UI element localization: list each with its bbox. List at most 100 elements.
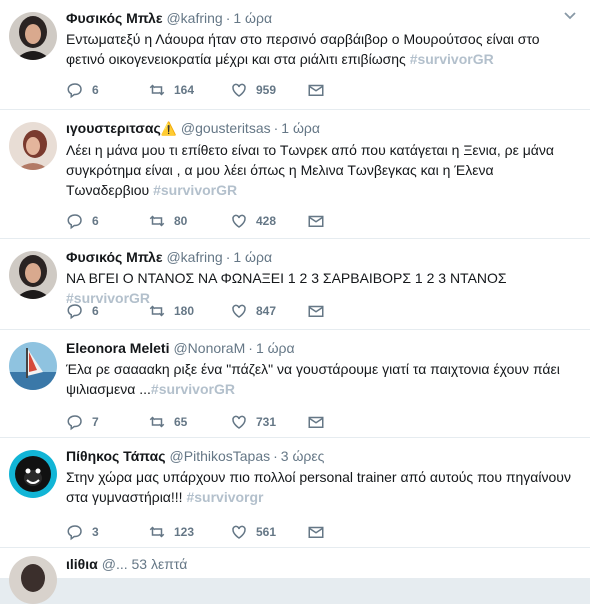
direct-message-button[interactable] (307, 211, 325, 231)
envelope-icon (308, 215, 324, 227)
reply-icon (67, 525, 82, 541)
direct-message-button[interactable] (307, 80, 325, 100)
author-name[interactable]: Πίθηκος Τάπας (66, 448, 166, 464)
envelope-icon (308, 84, 324, 96)
tweet-body: Λέει η μάνα μου τι επίθετο είναι το Τωνρ… (66, 142, 554, 198)
retweet-button[interactable]: 164 (148, 80, 194, 100)
author-username[interactable]: @kafring (166, 10, 222, 26)
tweet-timestamp[interactable]: 3 ώρες (281, 448, 325, 464)
tweet-timeline: Φυσικός Μπλε @kafring · 1 ώρα Εντωματεξύ η … (0, 0, 590, 604)
retweet-icon (149, 526, 165, 538)
heart-icon (232, 415, 246, 429)
direct-message-button[interactable] (307, 522, 325, 542)
author-username[interactable]: @PithikosTapas (170, 448, 271, 464)
separator-dot: · (273, 448, 278, 464)
heart-icon (232, 525, 246, 539)
retweet-count: 65 (174, 415, 188, 429)
avatar[interactable] (9, 251, 57, 299)
heart-icon (232, 214, 246, 228)
tweet-text: Λέει η μάνα μου τι επίθετο είναι το Τωνρ… (66, 140, 576, 200)
author-name[interactable]: Eleonora Meleti (66, 340, 169, 356)
reply-count: 7 (92, 415, 99, 429)
separator-dot: · (248, 340, 253, 356)
author-username[interactable]: @gousteritsas (181, 120, 271, 136)
like-button[interactable]: 731 (230, 412, 276, 432)
tweet-timestamp[interactable]: 53 λεπτά (132, 556, 188, 572)
author-name[interactable]: ιγουστεριτσας (66, 120, 161, 136)
reply-button[interactable]: 6 (66, 80, 99, 100)
retweet-button[interactable]: 123 (148, 522, 194, 542)
like-count: 847 (256, 304, 277, 318)
tweet-text: Έλα ρε σααααkη ριξε ένα "πάζελ" να γουστ… (66, 359, 576, 399)
tweet-timestamp[interactable]: 1 ώρα (256, 340, 295, 356)
warning-icon: ⚠️ (160, 121, 177, 136)
retweet-icon (149, 305, 165, 317)
reply-button[interactable]: 6 (66, 301, 99, 321)
reply-count: 3 (92, 525, 99, 539)
tweet-body: Έλα ρε σααααkη ριξε ένα "πάζελ" να γουστ… (66, 361, 560, 397)
tweet[interactable]: Φυσικός Μπλε @kafring · 1 ώρα ΝΑ ΒΓΕΙ Ο ΝΤΑ… (0, 239, 590, 330)
tweet[interactable]: ιγουστεριτσας⚠️ @gousteritsas · 1 ώρα Λέει … (0, 110, 590, 239)
reply-button[interactable]: 6 (66, 211, 99, 231)
envelope-icon (308, 416, 324, 428)
tweet-text: Εντωματεξύ η Λάουρα ήταν στο περσινό σαρ… (66, 29, 576, 69)
retweet-button[interactable]: 80 (148, 211, 187, 231)
reply-button[interactable]: 7 (66, 412, 99, 432)
hashtag-link[interactable]: #survivorGR (151, 381, 235, 397)
retweet-button[interactable]: 65 (148, 412, 187, 432)
tweet-body: ΝΑ ΒΓΕΙ Ο ΝΤΑΝΟΣ ΝΑ ΦΩΝΑΞΕΙ 1 2 3 ΣΑΡΒΑΙ… (66, 270, 507, 286)
like-count: 959 (256, 83, 277, 97)
author-name[interactable]: Φυσικός Μπλε (66, 249, 162, 265)
separator-dot: · (225, 249, 231, 265)
tweet-text: Στην χώρα μας υπάρχουν πιο πολλοί person… (66, 467, 576, 507)
retweet-count: 164 (174, 83, 195, 97)
reply-count: 6 (92, 83, 99, 97)
like-count: 428 (256, 214, 277, 228)
separator-dot: · (225, 10, 231, 26)
tweet-timestamp[interactable]: 1 ώρα (233, 249, 272, 265)
retweet-button[interactable]: 180 (148, 301, 194, 321)
author-username[interactable]: @kafring (166, 249, 222, 265)
tweet[interactable]: ιliθια @... 53 λεπτά (0, 548, 590, 604)
chevron-down-icon[interactable] (564, 12, 576, 20)
reply-icon (67, 304, 82, 320)
tweet[interactable]: Πίθηκος Τάπας @PithikosTapas · 3 ώρες Στην … (0, 438, 590, 548)
reply-count: 6 (92, 304, 99, 318)
reply-button[interactable]: 3 (66, 522, 99, 542)
reply-icon (67, 83, 82, 99)
avatar[interactable] (9, 342, 57, 390)
avatar[interactable] (9, 122, 57, 170)
direct-message-button[interactable] (307, 301, 325, 321)
reply-icon (67, 415, 82, 431)
retweet-count: 80 (174, 214, 188, 228)
tweet-timestamp[interactable]: 1 ώρα (281, 120, 320, 136)
heart-icon (232, 83, 246, 97)
tweet[interactable]: Φυσικός Μπλε @kafring · 1 ώρα Εντωματεξύ η … (0, 0, 590, 110)
separator-dot: · (273, 120, 279, 136)
author-name[interactable]: Φυσικός Μπλε (66, 10, 162, 26)
hashtag-link[interactable]: #survivorGR (153, 182, 237, 198)
retweet-icon (149, 84, 165, 96)
author-username[interactable]: @NonoraM (173, 340, 245, 356)
tweet-timestamp[interactable]: 1 ώρα (233, 10, 272, 26)
avatar[interactable] (9, 556, 57, 604)
like-button[interactable]: 428 (230, 211, 276, 231)
reply-count: 6 (92, 214, 99, 228)
like-button[interactable]: 847 (230, 301, 276, 321)
avatar[interactable] (9, 12, 57, 60)
tweet[interactable]: Eleonora Meleti @NonoraM · 1 ώρα Έλα ρε σαα… (0, 330, 590, 438)
retweet-icon (149, 215, 165, 227)
like-button[interactable]: 561 (230, 522, 276, 542)
envelope-icon (308, 526, 324, 538)
hashtag-link[interactable]: #survivorGR (410, 51, 494, 67)
direct-message-button[interactable] (307, 412, 325, 432)
heart-icon (232, 304, 246, 318)
hashtag-link[interactable]: #survivorgr (186, 489, 263, 505)
reply-icon (67, 214, 82, 230)
avatar[interactable] (9, 450, 57, 498)
author-name[interactable]: ιliθια (66, 556, 98, 572)
author-username[interactable]: @... (102, 556, 128, 572)
like-count: 561 (256, 525, 277, 539)
envelope-icon (308, 305, 324, 317)
like-button[interactable]: 959 (230, 80, 276, 100)
